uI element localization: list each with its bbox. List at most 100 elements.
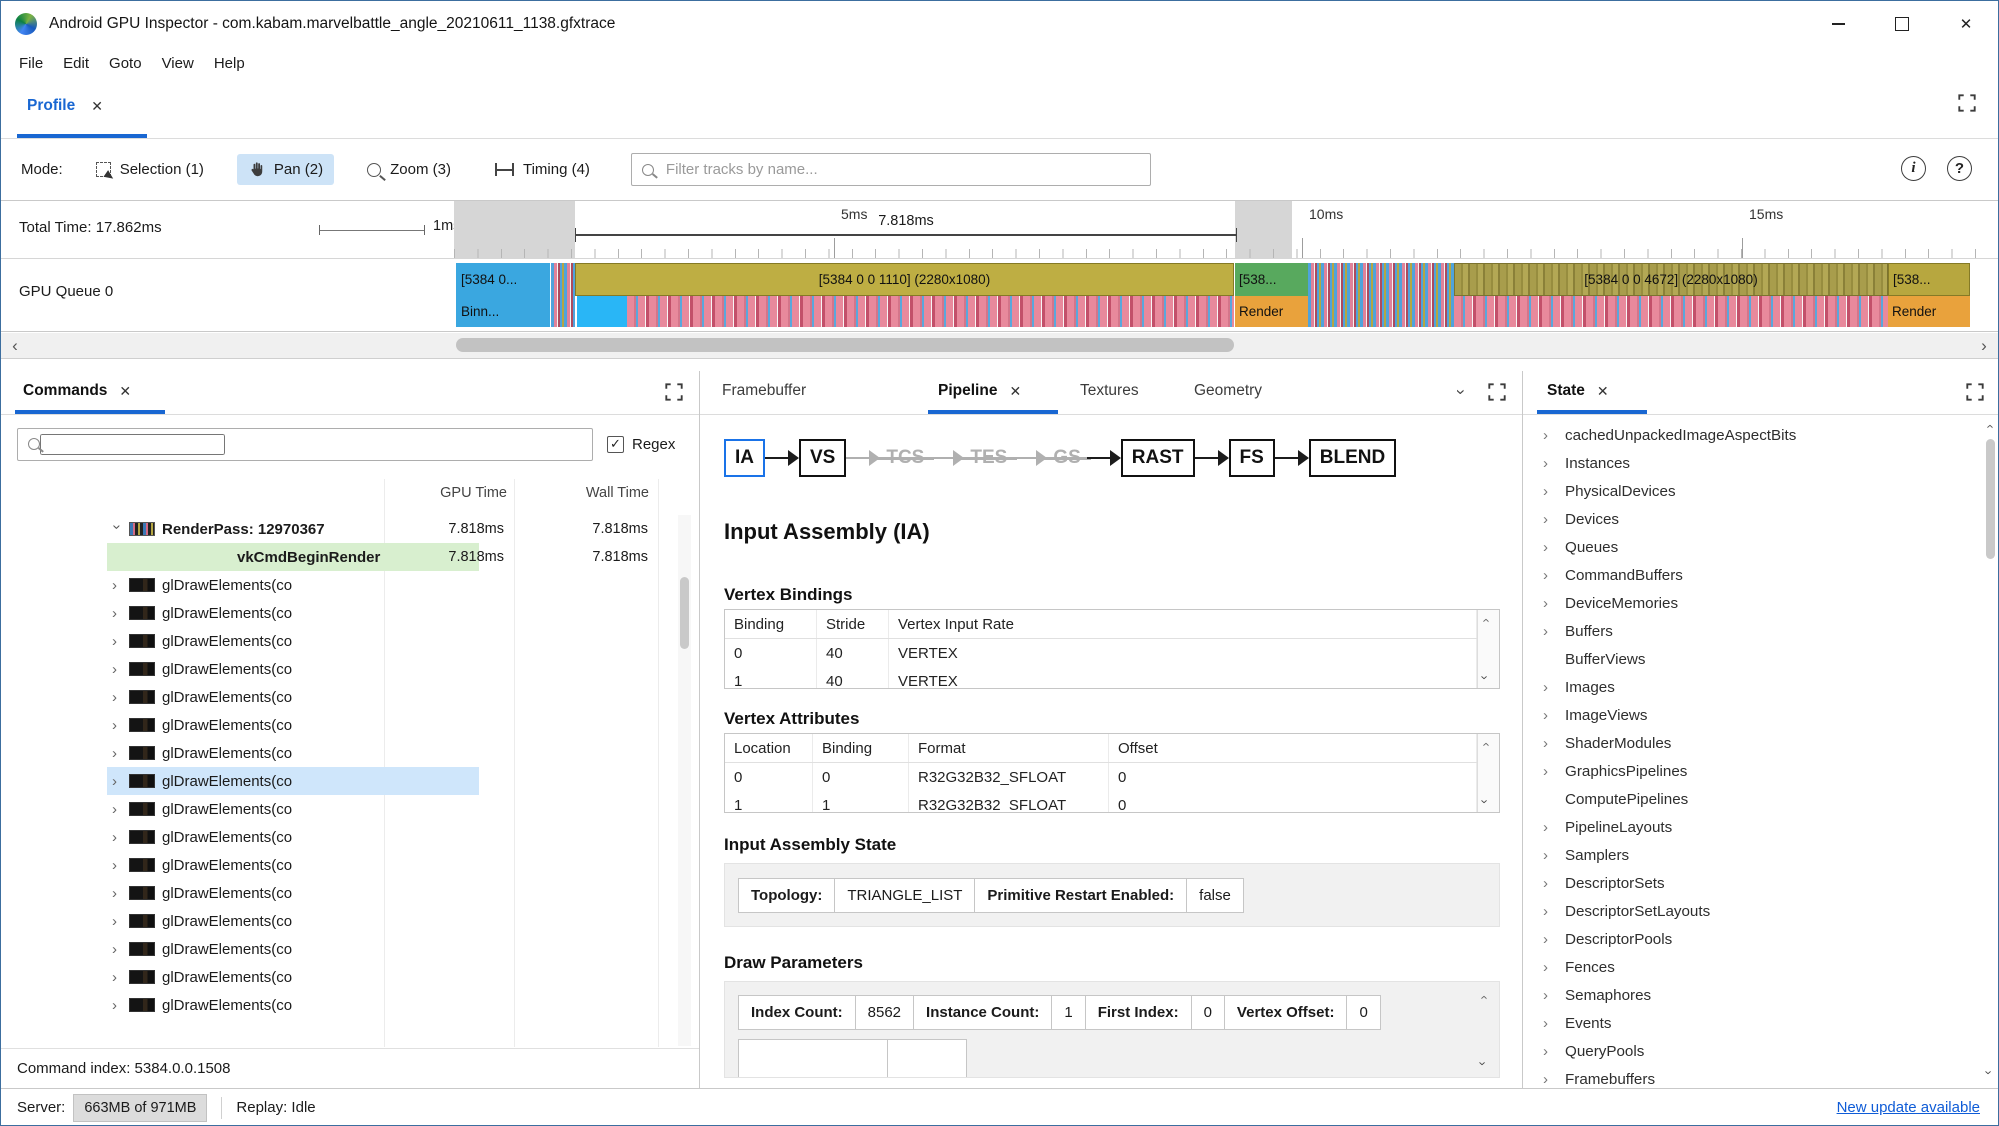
- mode-button-zoom[interactable]: Zoom (3): [356, 154, 462, 185]
- pipeline-stage-ia[interactable]: IA: [724, 439, 765, 477]
- update-available-link[interactable]: New update available: [1837, 1099, 1980, 1116]
- scroll-up-icon[interactable]: ›: [1478, 742, 1493, 746]
- scroll-down-icon[interactable]: ›: [1478, 675, 1493, 679]
- commands-search-input[interactable]: [40, 433, 225, 455]
- state-item[interactable]: › DescriptorSetLayouts: [1523, 897, 1982, 925]
- mode-button-selection[interactable]: Selection (1): [85, 154, 215, 185]
- tab-pipeline[interactable]: Pipeline ✕: [938, 382, 1021, 400]
- tree-collapsed-icon[interactable]: ›: [112, 745, 122, 762]
- close-button[interactable]: ✕: [1934, 1, 1998, 47]
- tab-state[interactable]: State ✕: [1547, 382, 1609, 400]
- scrollbar-thumb[interactable]: [680, 577, 689, 649]
- fullscreen-icon[interactable]: [1956, 92, 1978, 119]
- command-row[interactable]: › glDrawElements(co: [1, 907, 699, 935]
- filter-tracks-box[interactable]: [630, 153, 1151, 186]
- command-row[interactable]: › glDrawElements(co: [1, 767, 699, 795]
- commands-vertical-scrollbar[interactable]: [678, 515, 691, 1046]
- gpu-track-segment[interactable]: Render: [1888, 296, 1970, 327]
- state-item[interactable]: › Instances: [1523, 449, 1982, 477]
- state-item[interactable]: › Semaphores: [1523, 981, 1982, 1009]
- state-item[interactable]: › cachedUnpackedImageAspectBits: [1523, 421, 1982, 449]
- tree-collapsed-icon[interactable]: ›: [112, 857, 122, 874]
- tree-collapsed-icon[interactable]: ›: [112, 633, 122, 650]
- scroll-up-icon[interactable]: ›: [1476, 995, 1491, 999]
- pipeline-stage-blend[interactable]: BLEND: [1308, 439, 1397, 477]
- gpu-track-stripes[interactable]: [1454, 296, 1888, 327]
- gpu-track-segment[interactable]: [538...: [1888, 263, 1970, 296]
- gpu-track-stripes[interactable]: [1308, 263, 1454, 327]
- state-item[interactable]: › Framebuffers: [1523, 1065, 1982, 1088]
- command-row[interactable]: › glDrawElements(co: [1, 879, 699, 907]
- commands-fullscreen-icon[interactable]: [663, 381, 685, 408]
- state-item[interactable]: › CommandBuffers: [1523, 561, 1982, 589]
- tree-collapsed-icon[interactable]: ›: [112, 717, 122, 734]
- track-content[interactable]: [5384 0... Binn... [5384 0 0 1110] (2280x1…: [454, 263, 1998, 327]
- tree-collapsed-icon[interactable]: ›: [112, 913, 122, 930]
- command-row[interactable]: › glDrawElements(co: [1, 599, 699, 627]
- state-item[interactable]: BufferViews: [1523, 645, 1982, 673]
- maximize-button[interactable]: [1870, 1, 1934, 47]
- state-item[interactable]: › Devices: [1523, 505, 1982, 533]
- state-item[interactable]: › QueryPools: [1523, 1037, 1982, 1065]
- tree-collapsed-icon[interactable]: ›: [112, 577, 122, 594]
- scroll-up-icon[interactable]: ›: [1478, 618, 1493, 622]
- command-row[interactable]: › RenderPass: 12970367 7.818ms 7.818ms: [1, 515, 699, 543]
- command-row[interactable]: › glDrawElements(co: [1, 963, 699, 991]
- command-row[interactable]: › glDrawElements(co: [1, 711, 699, 739]
- pipeline-stage-tcs[interactable]: TCS: [876, 441, 935, 475]
- timeline-ruler[interactable]: 7.818ms 5ms 10ms 15ms: [454, 201, 1998, 258]
- tree-collapsed-icon[interactable]: ›: [112, 661, 122, 678]
- filter-tracks-input[interactable]: [663, 160, 1140, 179]
- command-row[interactable]: › glDrawElements(co: [1, 795, 699, 823]
- minimize-button[interactable]: [1806, 1, 1870, 47]
- command-row[interactable]: › glDrawElements(co: [1, 851, 699, 879]
- gpu-track-segment[interactable]: [5384 0 0 4672] (2280x1080): [1454, 263, 1888, 296]
- tree-collapsed-icon[interactable]: ›: [112, 941, 122, 958]
- command-row[interactable]: › glDrawElements(co: [1, 823, 699, 851]
- command-row[interactable]: › glDrawElements(co: [1, 627, 699, 655]
- table-scrollbar[interactable]: › ›: [1477, 734, 1499, 812]
- tree-collapsed-icon[interactable]: ›: [112, 885, 122, 902]
- state-item[interactable]: › ShaderModules: [1523, 729, 1982, 757]
- menu-help[interactable]: Help: [204, 55, 255, 72]
- tab-commands-close-icon[interactable]: ✕: [119, 383, 131, 400]
- command-row[interactable]: › glDrawElements(co: [1, 655, 699, 683]
- regex-checkbox[interactable]: ✓: [607, 435, 624, 453]
- tab-profile[interactable]: Profile ✕: [27, 97, 103, 115]
- pipeline-fullscreen-icon[interactable]: [1486, 381, 1508, 408]
- tab-profile-close-icon[interactable]: ✕: [91, 98, 103, 115]
- gpu-track-segment[interactable]: [538...: [1235, 263, 1308, 296]
- state-item[interactable]: › PipelineLayouts: [1523, 813, 1982, 841]
- gpu-track-stripes[interactable]: [551, 263, 575, 327]
- state-item[interactable]: › DescriptorPools: [1523, 925, 1982, 953]
- parameters-scrollbar[interactable]: › ›: [1476, 990, 1495, 1071]
- gpu-track-stripes[interactable]: [627, 296, 1234, 327]
- pipeline-stage-gs[interactable]: GS: [1043, 441, 1092, 475]
- state-item[interactable]: › Samplers: [1523, 841, 1982, 869]
- scroll-down-icon[interactable]: ›: [1478, 799, 1493, 803]
- state-item[interactable]: › Queues: [1523, 533, 1982, 561]
- tab-framebuffer[interactable]: Framebuffer: [722, 382, 806, 400]
- tree-collapsed-icon[interactable]: ›: [112, 801, 122, 818]
- gpu-track-segment[interactable]: [5384 0 0 1110] (2280x1080): [575, 263, 1234, 296]
- command-row[interactable]: vkCmdBeginRender 7.818ms 7.818ms: [1, 543, 699, 571]
- tree-collapsed-icon[interactable]: ›: [112, 997, 122, 1014]
- scroll-left-icon[interactable]: ‹: [3, 333, 27, 358]
- gpu-track-segment[interactable]: [5384 0... Binn...: [456, 263, 550, 327]
- tab-geometry[interactable]: Geometry: [1194, 382, 1262, 400]
- pipeline-stage-rast[interactable]: RAST: [1120, 439, 1195, 477]
- state-item[interactable]: ComputePipelines: [1523, 785, 1982, 813]
- tab-textures[interactable]: Textures: [1080, 382, 1139, 400]
- scroll-up-icon[interactable]: ›: [1982, 424, 1997, 428]
- menu-goto[interactable]: Goto: [99, 55, 152, 72]
- state-fullscreen-icon[interactable]: [1964, 381, 1986, 408]
- command-row[interactable]: › glDrawElements(co: [1, 683, 699, 711]
- chevron-down-icon[interactable]: ›: [1451, 389, 1471, 395]
- mode-button-pan[interactable]: Pan (2): [236, 154, 335, 185]
- scroll-down-icon[interactable]: ›: [1982, 1070, 1997, 1074]
- state-item[interactable]: › GraphicsPipelines: [1523, 757, 1982, 785]
- help-icon[interactable]: ?: [1947, 156, 1972, 181]
- gpu-track-segment[interactable]: Render: [1235, 296, 1308, 327]
- pipeline-stage-vs[interactable]: VS: [799, 439, 847, 477]
- scrollbar-thumb[interactable]: [456, 338, 1234, 352]
